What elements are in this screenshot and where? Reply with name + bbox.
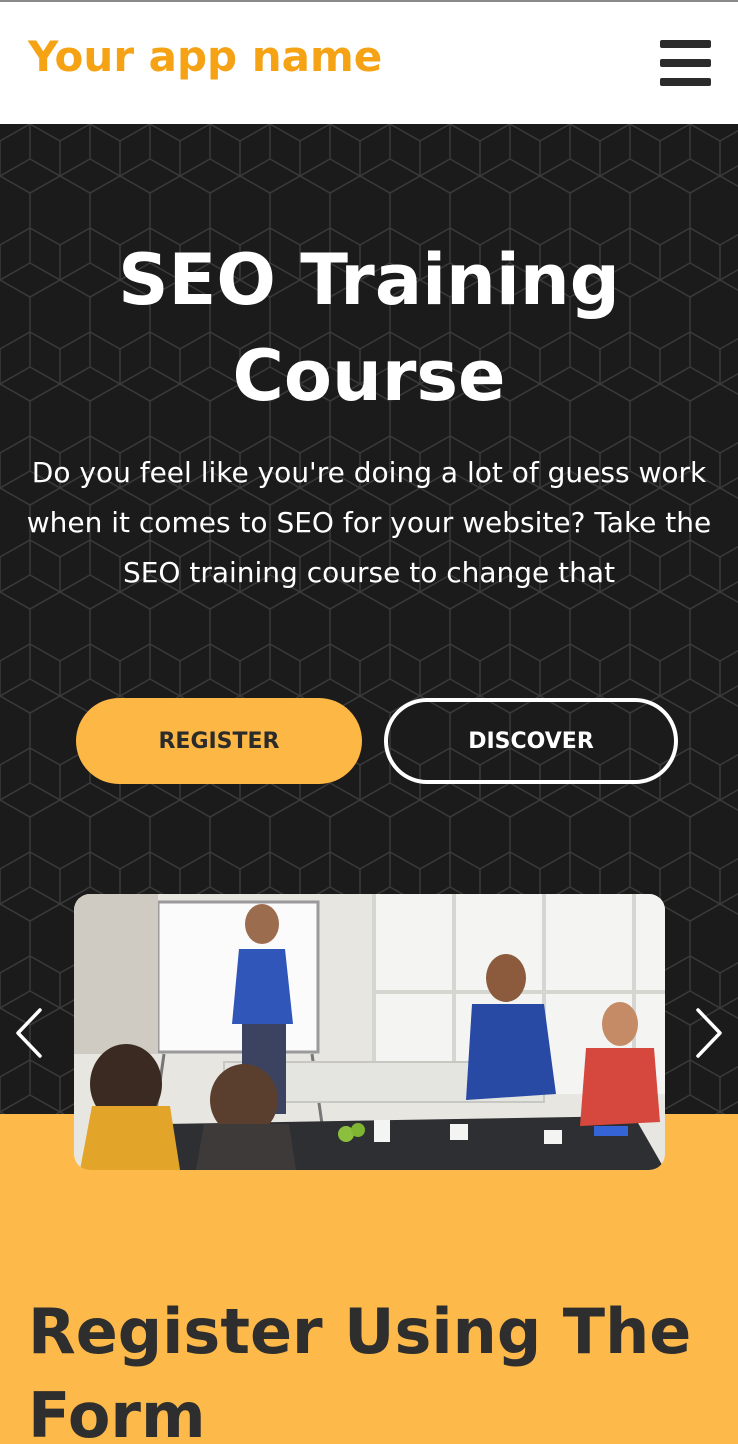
training-classroom-photo xyxy=(74,894,665,1170)
app-name[interactable]: Your app name xyxy=(28,32,382,81)
hamburger-menu-icon[interactable] xyxy=(660,40,711,86)
menu-bar xyxy=(660,59,711,67)
chevron-right-icon[interactable] xyxy=(690,1006,726,1060)
menu-bar xyxy=(660,78,711,86)
app-header: Your app name xyxy=(0,2,738,124)
register-button[interactable]: REGISTER xyxy=(76,698,362,784)
chevron-left-icon[interactable] xyxy=(12,1006,48,1060)
hero-description: Do you feel like you're doing a lot of g… xyxy=(26,456,712,589)
register-section-heading: Register Using The Form xyxy=(28,1295,692,1444)
menu-bar xyxy=(660,40,711,48)
carousel-image xyxy=(74,894,665,1170)
discover-button[interactable]: DISCOVER xyxy=(384,698,678,784)
hero-title: SEO Training Course xyxy=(118,239,620,417)
